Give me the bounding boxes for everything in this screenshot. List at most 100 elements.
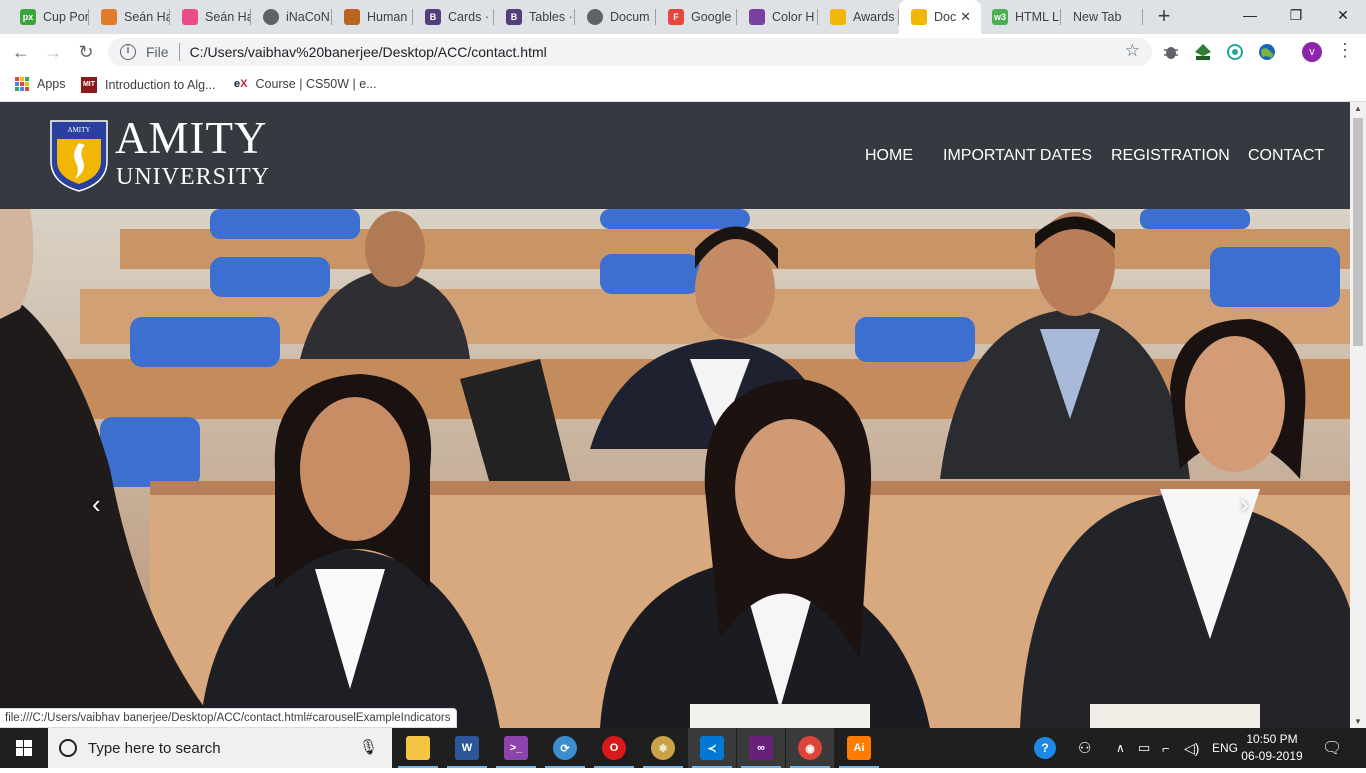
html-extension-icon[interactable] (1194, 43, 1212, 61)
scroll-down-arrow-icon[interactable]: ▼ (1350, 717, 1366, 726)
bookmark-edx[interactable]: eX Course | CS50W | e... (234, 77, 377, 91)
scroll-thumb[interactable] (1353, 118, 1363, 346)
tab-title: Google (691, 10, 732, 24)
logo-name[interactable]: AMITY (115, 114, 267, 162)
globe-icon (263, 9, 279, 25)
tab-title: Seán Ha (124, 10, 170, 24)
nav-registration[interactable]: REGISTRATION (1111, 147, 1230, 165)
browser-tab[interactable]: Docum (575, 0, 656, 34)
browser-tab[interactable]: F Google (656, 0, 737, 34)
close-tab-icon[interactable]: ✕ (960, 9, 971, 25)
forward-button[interactable]: → (40, 39, 66, 65)
close-window-button[interactable]: ✕ (1320, 0, 1366, 32)
tab-title: Color H (772, 10, 815, 24)
chrome-icon: ◉ (798, 736, 822, 760)
windows-start-icon[interactable] (0, 728, 48, 768)
browser-tab[interactable]: New Tab (1061, 0, 1143, 34)
tab-title: Human (367, 10, 408, 24)
maximize-button[interactable]: ❐ (1273, 0, 1319, 32)
browser-tab[interactable]: Human (332, 0, 413, 34)
nav-contact[interactable]: CONTACT (1248, 147, 1324, 165)
taskbar-app-atom[interactable]: ⚛ (639, 728, 687, 768)
cortana-icon (59, 739, 77, 757)
gem-extension-icon[interactable] (1226, 43, 1244, 61)
browser-tab[interactable]: Doc ✕ (899, 0, 981, 34)
colorhunt-icon (749, 9, 765, 25)
taskbar-app-opera[interactable]: O (590, 728, 638, 768)
site-info-icon[interactable]: i (120, 44, 136, 60)
browser-tab[interactable]: Color H (737, 0, 818, 34)
vscode-icon: ≺ (700, 736, 724, 760)
svg-text:AMITY: AMITY (68, 126, 91, 134)
hero-carousel: ‹ › (0, 209, 1350, 728)
human-icon (344, 9, 360, 25)
help-icon[interactable]: ? (1034, 728, 1056, 768)
search-placeholder: Type here to search (88, 739, 221, 757)
mit-ocw-icon: MIT (81, 77, 97, 93)
taskbar-app-visual-studio[interactable]: ∞ (737, 728, 785, 768)
tab-separator (1142, 9, 1143, 25)
network-icon[interactable]: ⌐ (1162, 728, 1170, 768)
browser-tab[interactable]: Seán Ha (170, 0, 251, 34)
taskbar-app-illustrator[interactable]: Ai (835, 728, 883, 768)
tab-title: Cup Por (43, 10, 89, 24)
browser-tab[interactable]: B Tables · (494, 0, 575, 34)
taskbar-app-file-explorer[interactable] (394, 728, 442, 768)
browser-tab[interactable]: Awards (818, 0, 899, 34)
url-text[interactable]: C:/Users/vaibhav%20banerjee/Desktop/ACC/… (190, 44, 547, 60)
profile-avatar[interactable]: v (1302, 42, 1322, 62)
scheme-label: File (146, 44, 169, 60)
nav-home[interactable]: HOME (865, 147, 913, 165)
amity-icon (830, 9, 846, 25)
status-bar-url: file:///C:/Users/vaibhav banerjee/Deskto… (0, 708, 457, 728)
taskbar-app-chrome[interactable]: ◉ (786, 728, 834, 768)
system-clock[interactable]: 10:50 PM 06-09-2019 (1240, 731, 1304, 765)
clock-date: 06-09-2019 (1241, 749, 1303, 763)
tab-title: Tables · (529, 10, 573, 24)
sean-icon (101, 9, 117, 25)
px-icon: px (20, 9, 36, 25)
browser-menu-icon[interactable]: ⋮ (1336, 40, 1354, 60)
people-icon[interactable]: ⚇ (1078, 728, 1091, 768)
back-button[interactable]: ← (8, 39, 34, 65)
apps-grid-icon (15, 77, 29, 91)
scroll-up-arrow-icon[interactable]: ▲ (1350, 104, 1366, 113)
browser-tab[interactable]: B Cards · (413, 0, 494, 34)
windows-taskbar: Type here to search 🎙 ? ⚇ ∧ ▭ ⌐ ◁) ENG 1… (0, 728, 1366, 768)
carousel-prev-button[interactable]: ‹ (92, 489, 101, 520)
reload-button[interactable]: ↻ (73, 39, 99, 65)
nav-important-dates[interactable]: IMPORTANT DATES (943, 147, 1092, 165)
tray-expand-icon[interactable]: ∧ (1116, 728, 1125, 768)
battery-icon[interactable]: ▭ (1138, 728, 1150, 768)
language-indicator[interactable]: ENG (1212, 728, 1238, 768)
bookmark-apps[interactable]: Apps (15, 77, 66, 91)
forms-icon: F (668, 9, 684, 25)
carousel-next-button[interactable]: › (1240, 489, 1249, 520)
classroom-photo (0, 209, 1350, 728)
logo-subtitle[interactable]: UNIVERSITY (116, 164, 270, 191)
page-scrollbar[interactable]: ▲ ▼ (1350, 102, 1366, 728)
page-viewport: AMITY AMITY UNIVERSITY HOME IMPORTANT DA… (0, 102, 1366, 728)
browser-tab[interactable]: Seán Ha (89, 0, 170, 34)
globe-extension-icon[interactable] (1258, 43, 1276, 61)
bug-extension-icon[interactable] (1162, 43, 1180, 61)
taskbar-search-box[interactable]: Type here to search 🎙 (48, 728, 392, 768)
amity-crest-icon[interactable]: AMITY (49, 117, 109, 193)
bookmark-star-icon[interactable]: ☆ (1125, 41, 1140, 61)
minimize-button[interactable]: — (1227, 0, 1273, 32)
site-navbar: AMITY AMITY UNIVERSITY HOME IMPORTANT DA… (0, 102, 1350, 209)
bookmark-mit-ocw[interactable]: MIT Introduction to Alg... (81, 77, 216, 93)
taskbar-app-terminal[interactable]: >_ (492, 728, 540, 768)
browser-tab[interactable]: px Cup Por (8, 0, 89, 34)
browser-tab[interactable]: w3 HTML L (980, 0, 1061, 34)
taskbar-app-word[interactable]: W (443, 728, 491, 768)
taskbar-app-sync[interactable]: ⟳ (541, 728, 589, 768)
taskbar-app-vscode[interactable]: ≺ (688, 728, 736, 768)
tab-title: Cards · (448, 10, 489, 24)
notification-icon[interactable]: 🗨 (1322, 728, 1342, 768)
volume-icon[interactable]: ◁) (1184, 728, 1199, 768)
new-tab-button[interactable]: + (1150, 3, 1178, 31)
address-bar[interactable]: i File C:/Users/vaibhav%20banerjee/Deskt… (108, 38, 1152, 66)
microphone-icon[interactable]: 🎙 (359, 738, 378, 756)
browser-tab[interactable]: iNaCoN (251, 0, 332, 34)
